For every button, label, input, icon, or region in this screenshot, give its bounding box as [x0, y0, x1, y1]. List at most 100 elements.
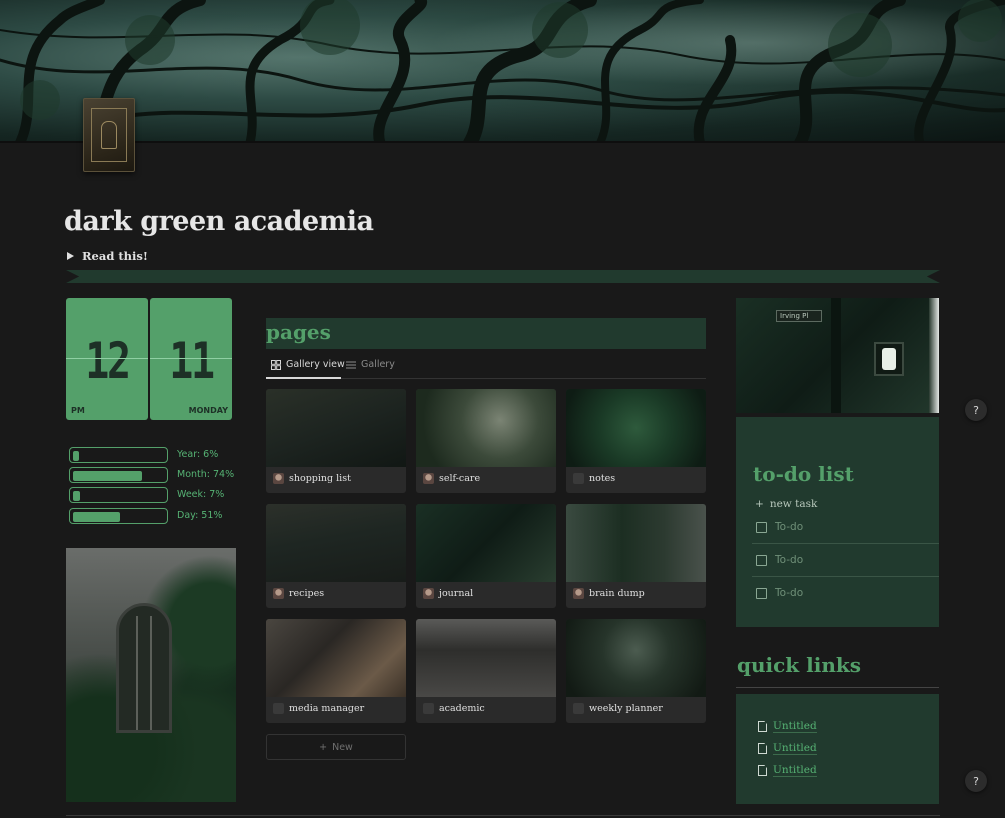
card-title: recipes [289, 588, 325, 599]
progress-label: Day: 51% [177, 510, 223, 521]
progress-row: Week: 7% [69, 487, 249, 503]
card-caption: weekly planner [573, 703, 663, 714]
clock-hour: 12 [85, 332, 131, 390]
page-icon [423, 473, 434, 484]
progress-fill [73, 451, 79, 461]
document-icon [758, 765, 767, 776]
todo-item[interactable]: To-do [752, 513, 939, 541]
progress-row: Year: 6% [69, 447, 249, 463]
checkbox-icon[interactable] [756, 587, 767, 599]
page-title: dark green academia [64, 206, 374, 237]
view-tabs: Gallery view Gallery [266, 357, 706, 379]
plus-icon: + [755, 498, 764, 510]
todo-item-label: To-do [775, 587, 804, 599]
active-tab-underline [266, 377, 341, 379]
page-icon [573, 703, 584, 714]
quick-links-header: quick links [736, 650, 939, 688]
todo-item-label: To-do [775, 554, 804, 566]
progress-bar [69, 447, 168, 463]
street-sign-image: Irving Pl [736, 298, 939, 413]
gallery-card[interactable]: academic [416, 619, 556, 723]
todo-item-label: To-do [775, 521, 804, 533]
progress-label: Month: 74% [177, 469, 235, 480]
progress-fill [73, 512, 120, 522]
tab-gallery[interactable]: Gallery [346, 359, 395, 370]
page-icon [423, 703, 434, 714]
quick-link[interactable]: Untitled [758, 764, 817, 777]
card-cover-image [416, 619, 556, 697]
quick-link[interactable]: Untitled [758, 720, 817, 733]
gallery-card[interactable]: recipes [266, 504, 406, 608]
gallery-card[interactable]: weekly planner [566, 619, 706, 723]
todo-heading: to-do list [753, 462, 854, 486]
progress-label: Week: 7% [177, 489, 225, 500]
card-cover-image [266, 504, 406, 582]
quick-link-label: Untitled [773, 742, 817, 755]
quick-link[interactable]: Untitled [758, 742, 817, 755]
todo-item[interactable]: To-do [752, 546, 939, 574]
card-cover-image [566, 504, 706, 582]
card-title: self-care [439, 473, 481, 484]
book-page-icon[interactable] [83, 98, 135, 172]
card-cover-image [266, 389, 406, 467]
help-icon: ? [973, 403, 979, 417]
cover-edge [0, 141, 1005, 143]
gallery-card[interactable]: brain dump [566, 504, 706, 608]
card-title: academic [439, 703, 485, 714]
tab-label: Gallery [361, 359, 395, 370]
page-icon [273, 473, 284, 484]
card-cover-image [566, 619, 706, 697]
help-icon: ? [973, 774, 979, 788]
page-icon [273, 588, 284, 599]
card-caption: media manager [273, 703, 364, 714]
progress-fill [73, 491, 80, 501]
quick-link-label: Untitled [773, 720, 817, 733]
gallery-card[interactable]: notes [566, 389, 706, 493]
page-icon [423, 588, 434, 599]
list-icon [346, 361, 356, 368]
checkbox-icon[interactable] [756, 521, 767, 533]
clock-split-line [150, 358, 232, 359]
card-cover-image [566, 389, 706, 467]
tab-gallery-view[interactable]: Gallery view [271, 359, 345, 370]
todo-panel: to-do list + new task To-do To-do To-do [736, 417, 939, 627]
clock-minute-card: 11 MONDAY [150, 298, 232, 420]
help-button[interactable]: ? [965, 770, 987, 792]
pages-header: pages [266, 318, 706, 349]
card-title: notes [589, 473, 616, 484]
new-label: New [332, 741, 353, 753]
card-caption: academic [423, 703, 485, 714]
card-caption: shopping list [273, 473, 351, 484]
quick-links-heading: quick links [737, 653, 861, 677]
gallery-card[interactable]: self-care [416, 389, 556, 493]
new-task-label: new task [769, 498, 818, 510]
toggle-triangle-icon [67, 252, 74, 260]
read-this-toggle[interactable]: Read this! [67, 249, 148, 263]
new-page-button[interactable]: + New [266, 734, 406, 760]
card-caption: notes [573, 473, 615, 484]
gallery-card[interactable]: shopping list [266, 389, 406, 493]
quick-link-label: Untitled [773, 764, 817, 777]
grid-icon [271, 359, 281, 370]
pages-heading: pages [266, 320, 331, 344]
gallery-card[interactable]: media manager [266, 619, 406, 723]
card-caption: self-care [423, 473, 480, 484]
checkbox-icon[interactable] [756, 554, 767, 566]
new-task-button[interactable]: + new task [755, 498, 817, 510]
street-sign-text: Irving Pl [776, 310, 822, 322]
gallery-card[interactable]: journal [416, 504, 556, 608]
gothic-window-image [66, 548, 236, 802]
page-icon [273, 703, 284, 714]
progress-bar [69, 467, 168, 483]
clock-day: MONDAY [188, 406, 228, 415]
progress-bar [69, 508, 168, 524]
cover-image [0, 0, 1005, 143]
help-button[interactable]: ? [965, 399, 987, 421]
page-icon [573, 588, 584, 599]
page-icon [573, 473, 584, 484]
clock-minute: 11 [169, 332, 215, 390]
todo-separator [752, 543, 939, 544]
card-title: brain dump [589, 588, 645, 599]
card-caption: brain dump [573, 588, 645, 599]
todo-item[interactable]: To-do [752, 579, 939, 607]
